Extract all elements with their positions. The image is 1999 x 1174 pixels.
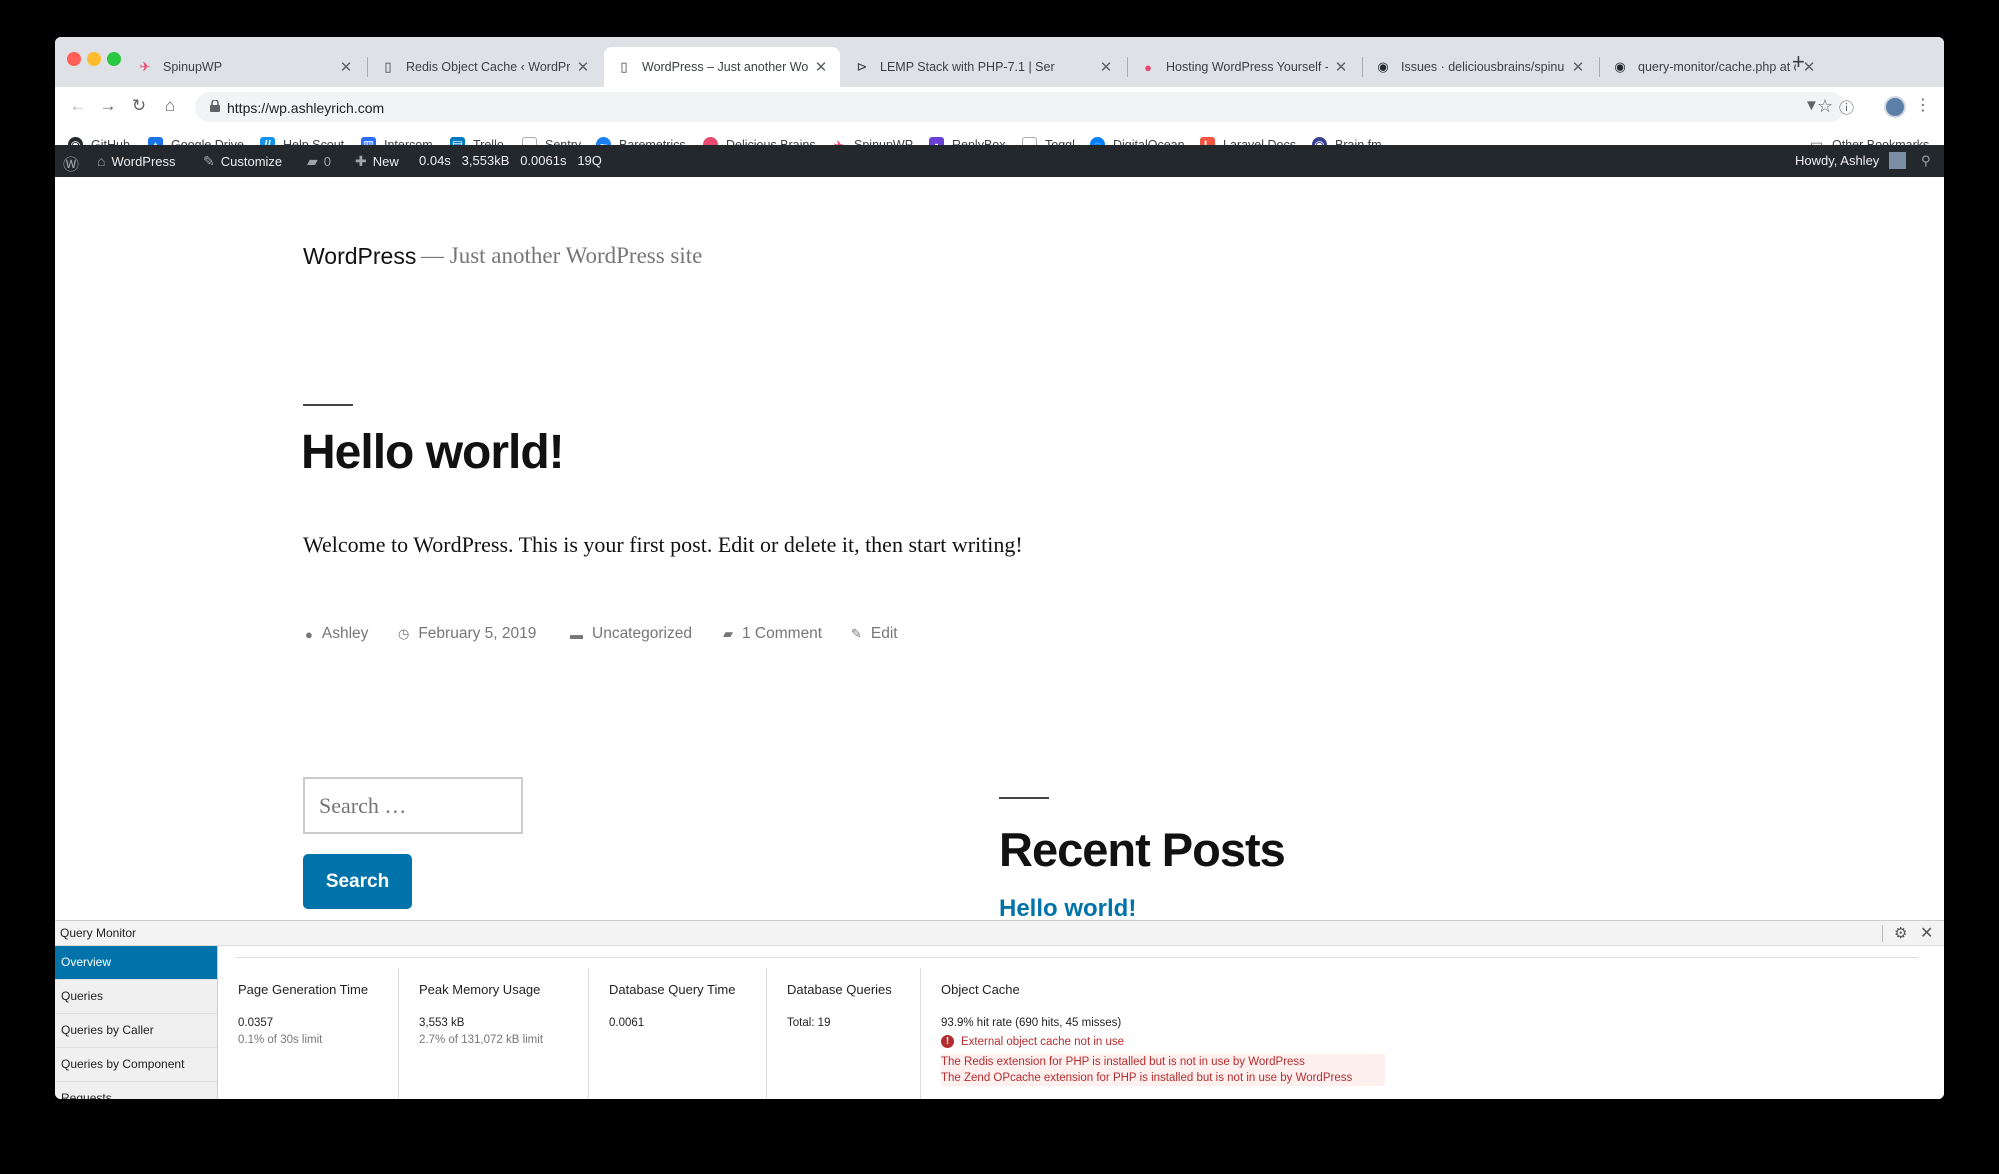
qm-nav-overview[interactable]: Overview [55,946,217,980]
qm-db-query-time: Database Query Time 0.0061 [589,968,767,1099]
divider [235,957,1918,958]
pencil-icon: ✎ [851,626,862,641]
tab-strip: ✈ SpinupWP ✕ ▯ Redis Object Cache ‹ Word… [55,37,1944,87]
qm-nav-queries[interactable]: Queries [55,980,217,1014]
qm-warning: The Zend OPcache extension for PHP is in… [941,1070,1385,1086]
qm-page-generation: Page Generation Time 0.0357 0.1% of 30s … [218,968,399,1099]
qm-warning: The Redis extension for PHP is installed… [941,1054,1385,1070]
admin-bar-new[interactable]: ✚ New [355,153,399,170]
divider [1882,925,1883,942]
tab-spinupwp[interactable]: ✈ SpinupWP ✕ [125,47,365,87]
tab-lemp-stack[interactable]: ⊳ LEMP Stack with PHP-7.1 | Ser ✕ [842,47,1125,87]
close-window-button[interactable] [67,52,81,66]
reload-icon[interactable]: ↻ [128,96,150,116]
post-comments[interactable]: ▰ 1 Comment [723,625,822,643]
query-monitor-title: Query Monitor [60,926,137,940]
lock-icon [210,100,220,112]
brush-icon: ✎ [203,153,215,169]
github-icon: ◉ [1614,59,1626,74]
admin-bar-query-monitor[interactable]: 0.04s 3,553kB 0.0061s 19Q [419,153,602,168]
tab-hosting-wordpress[interactable]: ● Hosting WordPress Yourself - ✕ [1128,47,1360,87]
qm-db-queries: Database Queries Total: 19 [767,968,921,1099]
avatar[interactable] [1889,152,1906,169]
post-title[interactable]: Hello world! [301,425,565,480]
post-author[interactable]: ● Ashley [305,625,368,643]
browser-menu-icon[interactable]: ⋮ [1915,95,1931,115]
admin-bar-customize[interactable]: ✎ Customize [203,153,282,170]
qm-nav-requests[interactable]: Requests [55,1082,217,1099]
query-monitor-header: Query Monitor ⚙ ✕ [55,921,1944,946]
home-icon[interactable]: ⌂ [159,96,181,116]
qm-nav-queries-by-component[interactable]: Queries by Component [55,1048,217,1082]
url-text: https://wp.ashleyrich.com [227,100,385,116]
comment-icon: ▰ [307,153,318,169]
admin-bar-my-account[interactable]: Howdy, Ashley [1795,153,1879,168]
maximize-window-button[interactable] [107,52,121,66]
qm-nav-queries-by-caller[interactable]: Queries by Caller [55,1014,217,1048]
post-body: Welcome to WordPress. This is your first… [303,532,1023,557]
vue-devtools-icon[interactable]: ▼ [1804,97,1819,114]
qm-object-cache: Object Cache 93.9% hit rate (690 hits, 4… [921,968,1521,1099]
recent-posts-divider [999,797,1049,799]
close-icon[interactable]: ✕ [1571,58,1585,76]
recent-posts-title: Recent Posts [999,823,1286,876]
play-icon: ⊳ [856,59,868,74]
error-icon: ! [941,1035,954,1048]
wp-admin-bar: Ⓦ ⌂ WordPress ✎ Customize ▰ 0 ✚ New 0.04s 3,… [55,145,1944,177]
admin-bar-comments[interactable]: ▰ 0 [307,153,331,170]
home-icon: ⌂ [97,153,106,169]
page-content: WordPress — Just another WordPress site … [55,177,1944,957]
close-icon[interactable]: ✕ [339,58,353,76]
star-icon[interactable]: ☆ [1817,96,1833,117]
back-icon[interactable]: ← [67,96,89,116]
minimize-window-button[interactable] [87,52,101,66]
new-tab-button[interactable]: + [1792,49,1805,75]
query-monitor-panel: Query Monitor ⚙ ✕ Overview Queries Queri… [55,920,1944,1099]
page-icon: ▯ [384,59,392,74]
recent-post-link[interactable]: Hello world! [999,895,1136,923]
address-bar[interactable]: https://wp.ashleyrich.com ☆ [195,92,1845,122]
plus-icon: ✚ [355,153,367,169]
site-title[interactable]: WordPress [303,243,416,270]
spinupwp-icon: ✈ [139,59,151,74]
close-icon[interactable]: ✕ [576,58,590,76]
close-icon[interactable]: ✕ [1334,58,1348,76]
search-button[interactable]: Search [303,854,412,909]
query-monitor-overview: Page Generation Time 0.0357 0.1% of 30s … [218,946,1944,1099]
post-date[interactable]: ◷ February 5, 2019 [398,625,536,643]
qm-peak-memory: Peak Memory Usage 3,553 kB 2.7% of 131,0… [399,968,589,1099]
site-tagline: — Just another WordPress site [421,243,703,268]
wordpress-logo-icon[interactable]: Ⓦ [63,151,79,175]
close-icon[interactable]: ✕ [1920,923,1933,943]
person-icon: ● [305,626,313,642]
post-edit[interactable]: ✎ Edit [851,625,898,643]
comment-icon: ▰ [723,626,733,641]
admin-bar-site-name[interactable]: ⌂ WordPress [97,153,176,169]
browser-toolbar: ← → ↻ ⌂ https://wp.ashleyrich.com ☆ ▼ ⓘ … [55,87,1944,129]
onepassword-icon[interactable]: ⓘ [1839,97,1854,118]
clock-icon: ◷ [398,626,410,641]
folder-icon: ▬ [570,626,583,642]
tab-redis-object-cache[interactable]: ▯ Redis Object Cache ‹ WordPre ✕ [368,47,602,87]
gear-icon[interactable]: ⚙ [1894,924,1907,942]
github-icon: ◉ [1377,59,1389,74]
search-icon[interactable]: ⚲ [1921,153,1931,169]
query-monitor-nav: Overview Queries Queries by Caller Queri… [55,946,218,1099]
browser-window: ✈ SpinupWP ✕ ▯ Redis Object Cache ‹ Word… [55,37,1944,1099]
close-icon[interactable]: ✕ [814,58,828,76]
post-category[interactable]: ▬ Uncategorized [570,625,692,643]
title-divider [303,404,353,406]
page-icon: ▯ [620,59,628,74]
tab-issues-github[interactable]: ◉ Issues · deliciousbrains/spinup ✕ [1363,47,1597,87]
delicious-brains-icon: ● [1144,59,1152,75]
tab-wordpress-active[interactable]: ▯ WordPress – Just another Wor ✕ [604,47,840,87]
qm-object-cache-error: ! External object cache not in use [941,1035,1521,1048]
profile-avatar[interactable] [1884,96,1906,118]
forward-icon[interactable]: → [97,96,119,116]
search-input[interactable] [303,777,523,834]
close-icon[interactable]: ✕ [1099,58,1113,76]
